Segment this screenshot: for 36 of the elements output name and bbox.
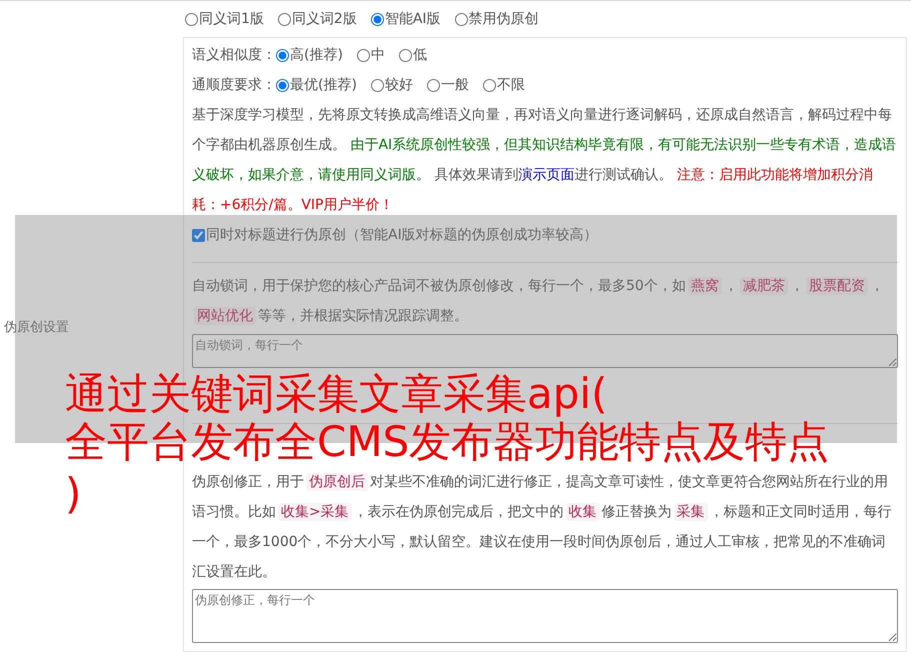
overlay-headline-line: ) — [65, 471, 82, 517]
option-label: 一般 — [440, 76, 469, 94]
lock-words-field[interactable]: 自动锁词，每行一个 — [192, 334, 898, 368]
radio-button[interactable] — [278, 12, 291, 26]
overlay-headline-line: 全平台发布全CMS发布器功能特点及特点 — [65, 419, 830, 465]
checkbox[interactable] — [192, 228, 205, 242]
option-label: 中 — [370, 46, 385, 64]
option-label: 低 — [412, 46, 427, 64]
radio-button[interactable] — [482, 78, 496, 92]
option-label: 高(推荐) — [290, 46, 343, 64]
option-label: 最优(推荐) — [290, 76, 357, 94]
radio-button[interactable] — [370, 12, 384, 26]
field-label: 语义相似度： — [192, 46, 276, 64]
lock-words-text: 自动锁词，用于保护您的核心产品词不被伪原创修改，每行一个，最多50个，如 燕窝 ， 减肥茶 ， 股票配资 ， 网站优化 等等，并根据实际情况跟踪调整。 — [192, 276, 885, 327]
option-label: 较好 — [384, 76, 413, 94]
corrections-field[interactable]: 伪原创修正，每行一个 — [192, 589, 898, 643]
radio-button[interactable] — [370, 78, 384, 92]
field-label: 通顺度要求： — [192, 76, 276, 94]
settings-label: 伪原创设置 — [4, 318, 69, 336]
overlay-headline-line: 通过关键词采集文章采集api( — [65, 371, 608, 417]
option-label: 同义词2版 — [292, 10, 357, 28]
radio-button[interactable] — [398, 48, 412, 62]
description-text: 基于深度学习模型，先将原文转换成高维语义向量，再对语义向量进行逐词解码，还原成自然语言，解码过程中每个字都由机器原创生成。 由于AI系统原创性较强，但其知识结构毕竟有限，有可能无法识别一些专有术语，造成语义破坏，如果介意，请使用同义词版。 具体效果请到演示页面进行测试确认。 注意：启用此功能将增加积分消耗：+6积分/篇。VIP用户半价！ — [192, 106, 898, 215]
option-label: 智能AI版 — [384, 10, 441, 28]
corrections-text: 伪原创修正，用于 伪原创后 对某些不准确的词汇进行修正，提高文章可读性，使文章更符合您网站所在行业的用语习惯。比如 收集>采集 ，表示在伪原创完成后，把文中的 收集 修正替换为 采集 ，标题和正文同时适用，每行一个，最多1000个，不分大小写，默认留空。建议在使用一段时间伪原创后，通过人工审核，把常见的不准确词汇设置在此。 — [192, 472, 893, 582]
demo-link[interactable]: 演示页面 — [518, 167, 574, 183]
radio-button[interactable] — [426, 78, 440, 92]
option-label: 不限 — [496, 76, 525, 94]
radio-button[interactable] — [185, 12, 198, 26]
radio-button[interactable] — [356, 48, 370, 62]
radio-button[interactable] — [454, 12, 468, 26]
radio-button[interactable] — [276, 78, 289, 92]
option-label: 同义词1版 — [199, 10, 264, 28]
option-label: 禁用伪原创 — [468, 10, 539, 28]
radio-button[interactable] — [276, 48, 289, 62]
option-label: 同时对标题进行伪原创（智能AI版对标题的伪原创成功率较高） — [206, 226, 598, 244]
